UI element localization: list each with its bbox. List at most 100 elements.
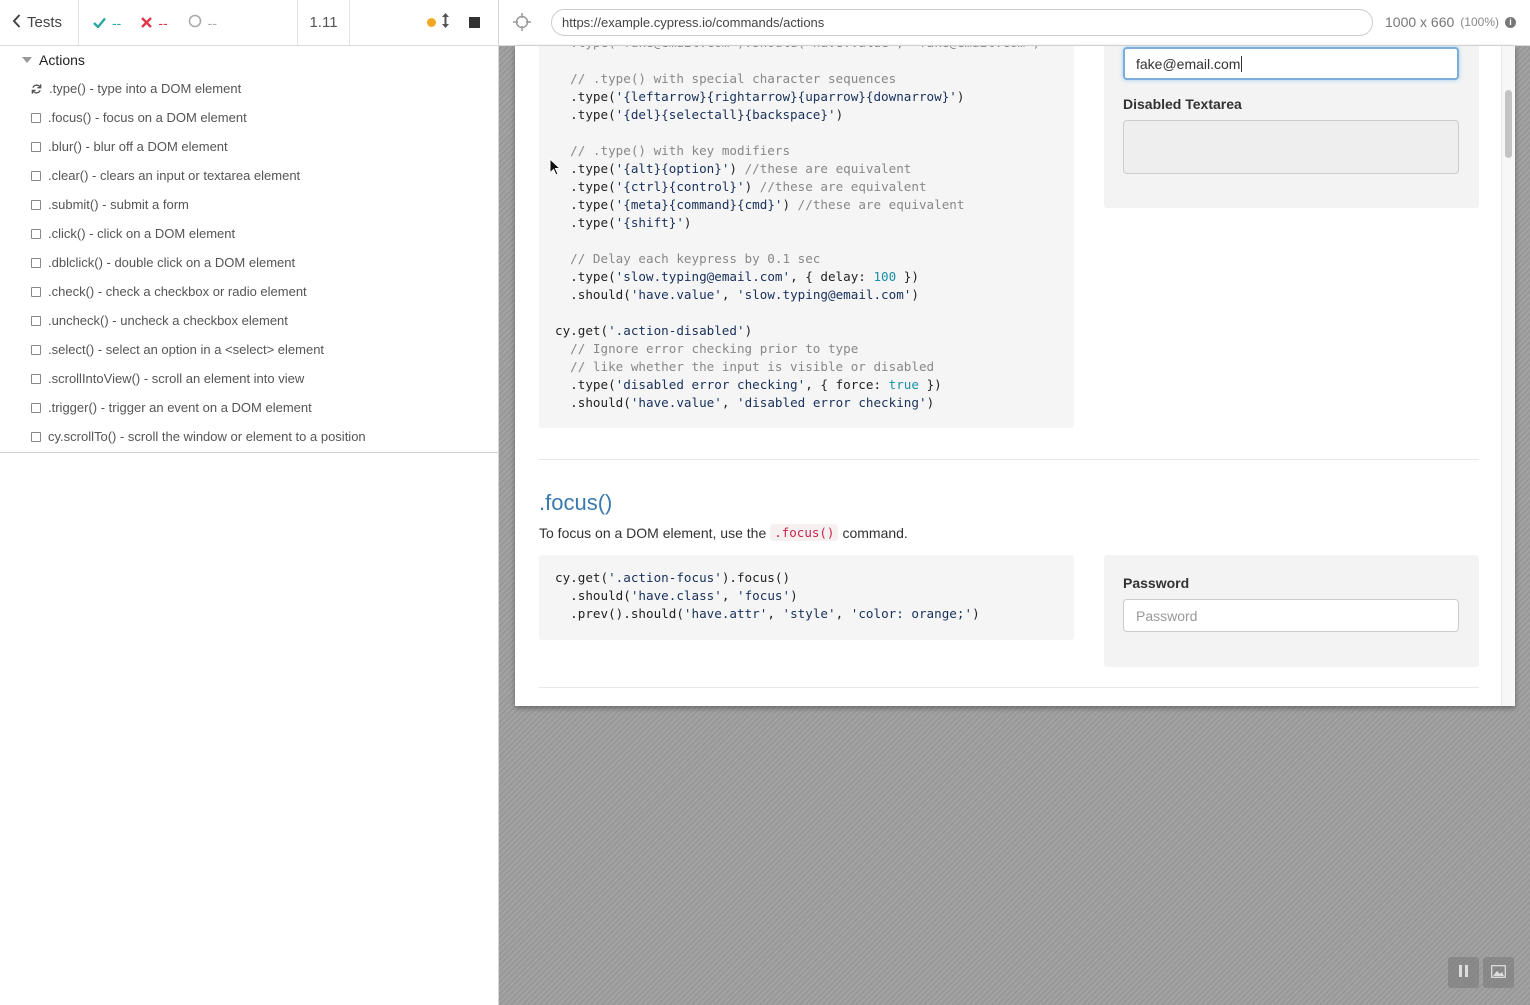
viewport-info[interactable]: 1000 x 660 (100%) i (1385, 14, 1516, 30)
type-code-block: .type('fake@email.com').should('have.val… (539, 46, 1074, 428)
caret-down-icon (22, 57, 32, 63)
test-title: .check() - check a checkbox or radio ele… (48, 284, 307, 299)
test-title: .focus() - focus on a DOM element (48, 110, 247, 125)
focus-section-heading[interactable]: .focus() (539, 490, 612, 516)
type-code: .type('fake@email.com').should('have.val… (555, 46, 1040, 410)
square-icon (31, 286, 41, 297)
run-controls (350, 0, 498, 45)
suite-title-row[interactable]: Actions (0, 46, 498, 74)
arrows-vertical-icon (442, 13, 449, 32)
runner-area: https://example.cypress.io/commands/acti… (499, 0, 1530, 1005)
duration: 1.11 (298, 0, 350, 45)
square-icon (31, 199, 41, 210)
test-item[interactable]: .scrollIntoView() - scroll an element in… (0, 364, 498, 393)
test-item[interactable]: .focus() - focus on a DOM element (0, 103, 498, 132)
running-indicator-icon (427, 18, 436, 27)
disabled-textarea-label: Disabled Textarea (1123, 96, 1242, 112)
test-item[interactable]: cy.scrollTo() - scroll the window or ele… (0, 422, 498, 451)
test-list: .type() - type into a DOM element .focus(… (0, 74, 498, 451)
reporter-header: Tests -- -- -- 1.11 (0, 0, 498, 46)
square-icon (31, 112, 41, 123)
disabled-textarea (1123, 120, 1459, 174)
square-icon (31, 141, 41, 152)
focus-code-block: cy.get('.action-focus').focus() .should(… (539, 555, 1074, 640)
crosshair-icon[interactable] (513, 13, 531, 31)
focus-section-description: To focus on a DOM element, use the .focu… (539, 524, 908, 541)
failed-count: -- (158, 14, 168, 31)
passed-count: -- (112, 14, 122, 31)
test-item[interactable]: .dblclick() - double click on a DOM elem… (0, 248, 498, 277)
section-divider (539, 687, 1479, 688)
square-icon (31, 344, 41, 355)
email-input[interactable]: fake@email.com (1123, 47, 1459, 80)
test-title: .trigger() - trigger an event on a DOM e… (48, 400, 312, 415)
check-icon (93, 15, 106, 31)
password-label: Password (1123, 575, 1190, 591)
image-icon (1491, 964, 1506, 981)
test-title: .dblclick() - double click on a DOM elem… (48, 255, 296, 270)
chevron-left-icon (12, 13, 21, 32)
focus-desc-suffix: command. (842, 524, 908, 541)
tests-button-label: Tests (27, 14, 63, 31)
test-item[interactable]: .blur() - blur off a DOM element (0, 132, 498, 161)
stop-icon[interactable] (469, 17, 480, 28)
test-item[interactable]: .uncheck() - uncheck a checkbox element (0, 306, 498, 335)
test-item[interactable]: .trigger() - trigger an event on a DOM e… (0, 393, 498, 422)
test-title: .clear() - clears an input or textarea e… (48, 168, 301, 183)
snapshot-button[interactable] (1483, 957, 1514, 988)
test-title: .type() - type into a DOM element (49, 81, 242, 96)
snapshot-controls (1448, 957, 1514, 988)
section-divider (539, 459, 1479, 460)
focus-desc-text: To focus on a DOM element, use the (539, 524, 767, 541)
mouse-pointer-icon (549, 157, 562, 176)
pause-button[interactable] (1448, 957, 1479, 988)
password-placeholder: Password (1136, 607, 1198, 624)
url-field[interactable]: https://example.cypress.io/commands/acti… (551, 9, 1373, 36)
scrollbar-thumb[interactable] (1505, 90, 1512, 158)
password-input[interactable]: Password (1123, 599, 1459, 632)
test-title: .submit() - submit a form (48, 197, 189, 212)
focus-form-panel: Password Password (1104, 555, 1479, 667)
email-input-value: fake@email.com (1136, 55, 1241, 72)
focus-inline-code: .focus() (770, 524, 839, 541)
test-item[interactable]: .submit() - submit a form (0, 190, 498, 219)
test-item[interactable]: .check() - check a checkbox or radio ele… (0, 277, 498, 306)
square-icon (31, 228, 41, 239)
test-title: .uncheck() - uncheck a checkbox element (48, 313, 288, 328)
square-icon (31, 431, 41, 442)
auto-scroll-toggle[interactable] (427, 13, 449, 32)
type-form-panel: fake@email.com Disabled Textarea (1104, 46, 1479, 208)
failed-stat: -- (141, 14, 168, 31)
test-item[interactable]: .select() - select an option in a <selec… (0, 335, 498, 364)
test-stats: -- -- -- (79, 0, 298, 45)
reporter-panel: Tests -- -- -- 1.11 Actions .type() - ty… (0, 0, 499, 1005)
text-caret (1241, 55, 1243, 72)
suite-title: Actions (39, 52, 85, 68)
pending-stat: -- (188, 14, 217, 31)
test-item[interactable]: .click() - click on a DOM element (0, 219, 498, 248)
test-title: .blur() - blur off a DOM element (48, 139, 228, 154)
aut-scrollbar[interactable] (1501, 46, 1515, 706)
pending-count: -- (207, 14, 217, 31)
info-icon: i (1504, 16, 1516, 28)
square-icon (31, 373, 41, 384)
square-icon (31, 170, 41, 181)
square-icon (31, 402, 41, 413)
test-title: .scrollIntoView() - scroll an element in… (48, 371, 305, 386)
tests-button[interactable]: Tests (0, 0, 79, 45)
test-title: cy.scrollTo() - scroll the window or ele… (48, 429, 366, 444)
suite-actions: Actions .type() - type into a DOM elemen… (0, 46, 498, 453)
app-under-test-frame: .type('fake@email.com').should('have.val… (515, 46, 1515, 706)
test-title: .select() - select an option in a <selec… (48, 342, 325, 357)
square-icon (31, 257, 41, 268)
x-icon (141, 15, 153, 31)
pause-icon (1458, 965, 1469, 980)
passed-stat: -- (93, 15, 121, 31)
runner-header: https://example.cypress.io/commands/acti… (499, 0, 1530, 46)
focus-code: cy.get('.action-focus').focus() .should(… (555, 570, 980, 621)
square-icon (31, 315, 41, 326)
test-item[interactable]: .clear() - clears an input or textarea e… (0, 161, 498, 190)
test-title: .click() - click on a DOM element (48, 226, 236, 241)
refresh-icon (31, 83, 42, 94)
test-item[interactable]: .type() - type into a DOM element (0, 74, 498, 103)
